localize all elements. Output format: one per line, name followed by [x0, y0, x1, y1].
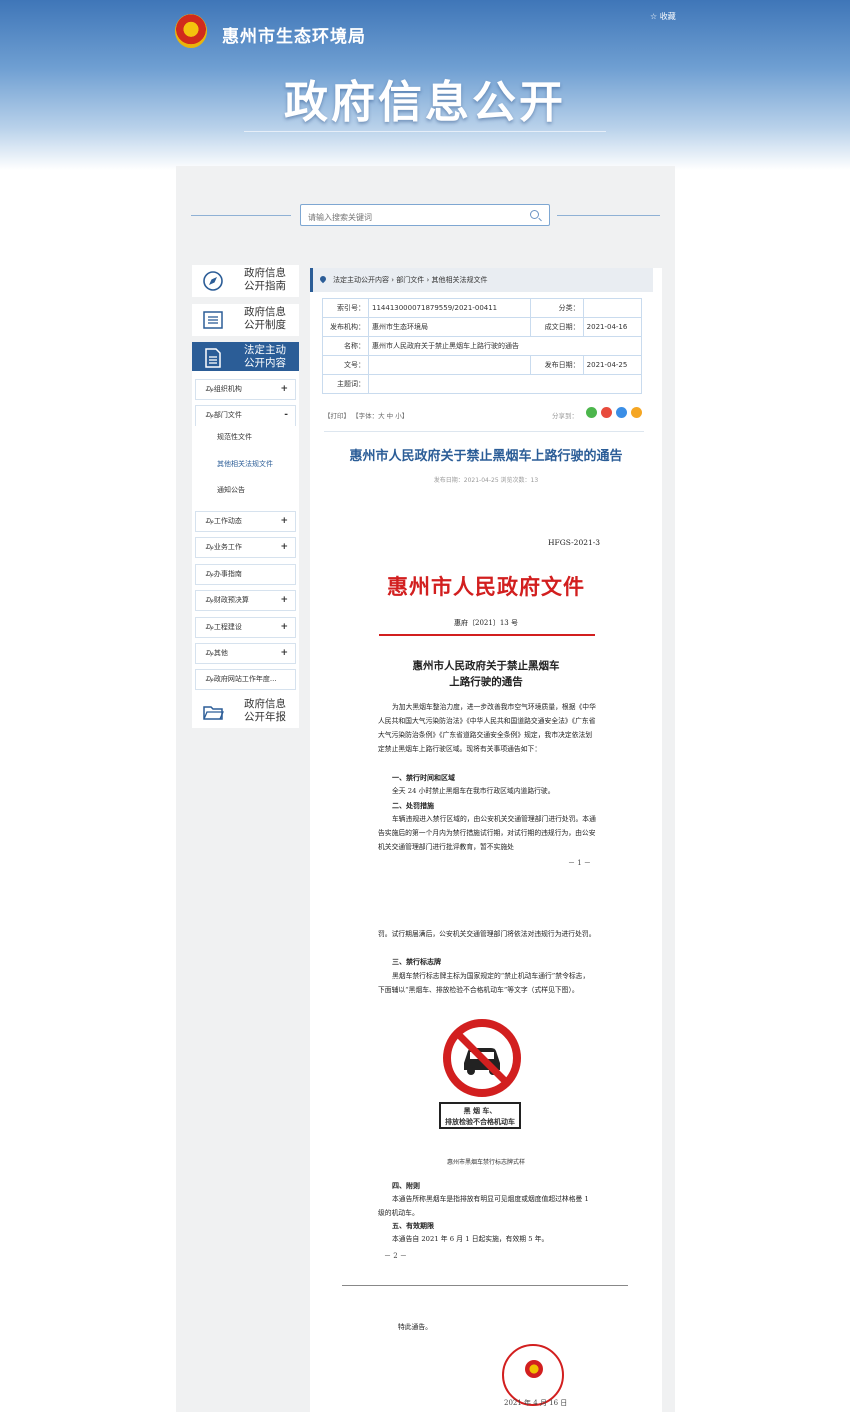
doc-paragraph: 为加大黑烟车整治力度，进一步改善我市空气环境质量，根据《中华人民共和国大气污染防…: [378, 703, 596, 753]
doc-paragraph: 本通告所称黑烟车是指排放有明显可见烟度或烟度值超过林格曼 1 级的机动车。: [378, 1195, 589, 1217]
tools-divider: [324, 431, 644, 432]
sidebar-item-business[interactable]: ₯业务工作 +: [195, 537, 296, 558]
doc-paragraph: 全天 24 小时禁止黑烟车在我市行政区域内道路行驶。: [392, 787, 555, 795]
sidebar-item-other[interactable]: ₯其他 +: [195, 643, 296, 664]
favorite-link[interactable]: ☆ 收藏: [650, 11, 676, 22]
weibo-share-icon[interactable]: [601, 407, 612, 418]
list-icon: [203, 311, 223, 329]
sidebar-submenu: ₯组织机构 + ₯部门文件 - 规范性文件 其他相关法规文件 通知公告 ₯工作动态 +…: [192, 371, 299, 697]
section-banner-title: 政府信息公开: [284, 77, 566, 128]
sidebar-card-label: 政府信息公开年报: [244, 698, 286, 723]
doc-page-divider: [342, 1285, 628, 1286]
page-number: － 2 －: [384, 1252, 407, 1260]
page-header: 惠州市生态环境局 ☆ 收藏 政府信息公开: [0, 0, 850, 170]
doc-paragraph: 罚。试行期届满后，公安机关交通管理部门将依法对违规行为进行处罚。: [378, 930, 596, 938]
meta-pub-value: 2021-04-25: [582, 355, 643, 375]
sidebar-subitem-other-laws[interactable]: 其他相关法规文件: [217, 459, 273, 469]
sidebar-item-service-guide[interactable]: ₯办事指南: [195, 564, 296, 585]
doc-paragraph: 黑烟车禁行标志牌主标为国家规定的“禁止机动车通行”禁令标志，下面辅以“黑烟车、排…: [378, 972, 590, 994]
qq-share-icon[interactable]: [616, 407, 627, 418]
print-button[interactable]: 【打印】: [324, 412, 350, 420]
doc-paragraph: 本通告自 2021 年 6 月 1 日起实施，有效期 5 年。: [392, 1235, 549, 1243]
document-icon: [205, 348, 221, 368]
sidebar-card-label: 政府信息公开制度: [244, 306, 286, 331]
doc-section-heading: 三、禁行标志牌: [392, 957, 441, 966]
breadcrumb-item[interactable]: 部门文件: [396, 276, 424, 284]
meta-docno-value: [368, 355, 531, 375]
search-input[interactable]: [301, 207, 521, 228]
doc-section-heading: 二、处罚措施: [392, 801, 434, 810]
meta-created-value: 2021-04-16: [582, 317, 643, 337]
qzone-share-icon[interactable]: [631, 407, 642, 418]
breadcrumb-item[interactable]: 其他相关法规文件: [432, 276, 488, 284]
doc-red-line: [379, 634, 595, 636]
national-emblem-icon: [175, 14, 207, 48]
meta-name-value: 惠州市人民政府关于禁止黑烟车上路行驶的通告: [368, 336, 642, 356]
sign-date: 2021 年 4 月 16 日: [504, 1399, 568, 1407]
folder-icon: [203, 706, 224, 720]
sidebar-card-annual-report[interactable]: 政府信息公开年报: [192, 696, 299, 728]
sidebar-card-rules[interactable]: 政府信息公开制度: [192, 304, 299, 336]
sidebar-card-label: 政府信息公开指南: [244, 267, 286, 292]
sidebar-card-guide[interactable]: 政府信息公开指南: [192, 265, 299, 297]
sidebar-item-budget[interactable]: ₯财政预决算 +: [195, 590, 296, 611]
breadcrumb-item[interactable]: 法定主动公开内容: [333, 276, 389, 284]
compass-icon: [203, 271, 223, 291]
doc-paragraph: 车辆违规进入禁行区域的，由公安机关交通管理部门进行处罚。本通告实施后的第一个月内…: [378, 815, 596, 851]
share-label: 分享到：: [552, 412, 578, 420]
article-title: 惠州市人民政府关于禁止黑烟车上路行驶的通告: [349, 449, 623, 464]
doc-section-heading: 四、附则: [392, 1181, 420, 1190]
document-meta-table: 索引号： 114413000071879559/2021-00411 分类： 发…: [322, 298, 643, 394]
sidebar-item-org[interactable]: ₯组织机构 +: [195, 379, 296, 400]
sidebar-subitem-notices[interactable]: 通知公告: [217, 485, 245, 495]
main-area: 政府信息公开指南 政府信息公开制度 法定主动公开内容 ₯组织机构+ ₯部门文件-…: [176, 166, 675, 1412]
font-size-control[interactable]: 【字体：大 中 小】: [352, 412, 408, 420]
sidebar-card-active-content[interactable]: 法定主动公开内容: [192, 342, 299, 374]
banner-divider: [244, 131, 606, 132]
page-number: － 1 －: [568, 859, 591, 867]
doc-section-heading: 五、有效期限: [392, 1221, 434, 1230]
government-seal-icon: [502, 1344, 564, 1406]
sidebar-subitem-normative[interactable]: 规范性文件: [217, 432, 252, 442]
meta-index-value: 114413000071879559/2021-00411: [368, 298, 531, 318]
no-motor-vehicle-sign-icon: [443, 1019, 521, 1097]
doc-code: HFGS-2021-3: [548, 538, 601, 547]
wechat-share-icon[interactable]: [586, 407, 597, 418]
sidebar-item-work-news[interactable]: ₯工作动态 +: [195, 511, 296, 532]
article-info: 发布日期：2021-04-25 浏览次数：13: [433, 477, 539, 484]
article-content: 法定主动公开内容 › 部门文件 › 其他相关法规文件 索引号： 11441300…: [310, 268, 662, 1412]
search-box: [300, 204, 550, 228]
sign-caption: 惠州市黑烟车禁行标志牌式样: [446, 1159, 525, 1166]
sidebar-item-dept-files[interactable]: ₯部门文件 -: [195, 405, 296, 426]
search-deco-line-left: [191, 215, 291, 216]
sidebar-item-construction[interactable]: ₯工程建设 +: [195, 617, 296, 638]
doc-closing: 特此通告。: [398, 1323, 432, 1331]
sign-text-panel: 黑 烟 车、 排放检验不合格机动车: [439, 1102, 521, 1129]
meta-keywords-value: [368, 374, 642, 394]
doc-section-heading: 一、禁行时间和区域: [392, 773, 455, 782]
doc-red-header: 惠州市人民政府文件: [387, 574, 585, 599]
meta-category-value: [582, 298, 643, 318]
search-deco-line-right: [557, 215, 660, 216]
location-pin-icon: [318, 274, 328, 284]
search-icon[interactable]: [530, 210, 539, 219]
breadcrumb: 法定主动公开内容 › 部门文件 › 其他相关法规文件: [310, 268, 653, 292]
doc-number: 惠府〔2021〕13 号: [454, 619, 518, 627]
sidebar-item-annual-work[interactable]: ₯政府网站工作年度...: [195, 669, 296, 690]
meta-org-value: 惠州市生态环境局: [368, 317, 531, 337]
article-tools: 【打印】 【字体：大 中 小】: [324, 410, 408, 420]
doc-title: 惠州市人民政府关于禁止黑烟车 上路行驶的通告: [412, 660, 560, 688]
site-title[interactable]: 惠州市生态环境局: [222, 22, 366, 47]
sidebar-card-label: 法定主动公开内容: [244, 344, 286, 369]
